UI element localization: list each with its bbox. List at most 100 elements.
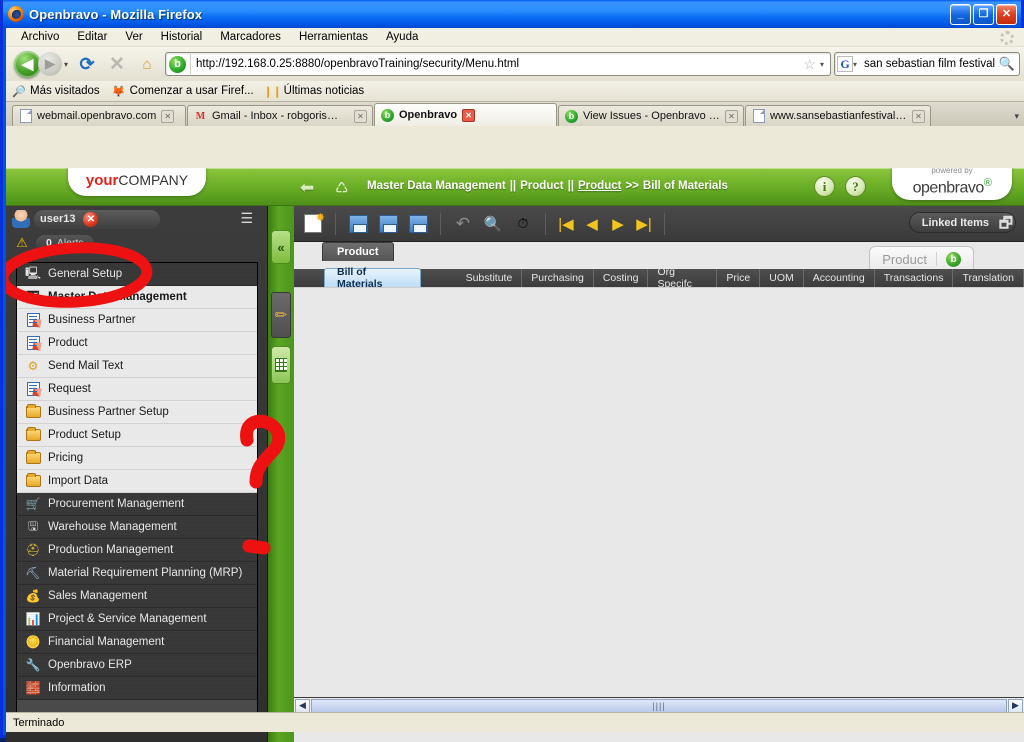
close-icon[interactable]: ✕ [161, 109, 175, 123]
alerts-pill[interactable]: 0 Alerts [36, 234, 94, 252]
maximize-button[interactable]: ❐ [973, 3, 994, 25]
next-record-button[interactable]: ▶ [607, 214, 629, 233]
close-icon[interactable]: ✕ [354, 109, 367, 123]
menu-herramientas[interactable]: Herramientas [290, 29, 377, 45]
logout-icon[interactable]: ✕ [83, 211, 99, 227]
google-icon[interactable]: G [837, 56, 853, 72]
sidebar-item-project-service-management[interactable]: 📊 Project & Service Management [17, 608, 257, 631]
save-and-close-button[interactable] [375, 211, 401, 237]
browser-tab-sansebastian[interactable]: www.sansebastianfestival.c... ✕ [745, 105, 931, 126]
close-button[interactable]: ✕ [996, 3, 1017, 25]
new-record-button[interactable] [300, 211, 326, 237]
close-icon[interactable]: ✕ [462, 108, 476, 122]
tab-bill-of-materials[interactable]: Bill of Materials [324, 266, 421, 290]
home-button[interactable]: ⌂ [132, 49, 162, 79]
undo-button[interactable]: ↶ [450, 211, 476, 237]
bookmark-star-icon[interactable]: ☆ [803, 56, 816, 73]
breadcrumb-module[interactable]: Master Data Management [367, 180, 506, 192]
sidebar-item-openbravo-erp[interactable]: 🔧 Openbravo ERP [17, 654, 257, 677]
scroll-track[interactable]: |||| [311, 698, 1007, 713]
tab-purchasing[interactable]: Purchasing [522, 269, 594, 287]
tab-list-dropdown-icon[interactable]: ▾ [1014, 111, 1019, 122]
sidebar-item-production-management[interactable]: ⛑ Production Management [17, 539, 257, 562]
sidebar-item-information[interactable]: 🧱 Information [17, 677, 257, 700]
bookmark-ultimas-noticias[interactable]: ❙❙ Últimas noticias [263, 84, 364, 98]
sidebar-item-send-mail-text[interactable]: ⚙ Send Mail Text [17, 355, 257, 378]
breadcrumb-window[interactable]: Product [578, 180, 621, 192]
info-icon[interactable]: i [814, 176, 835, 197]
alerts-row[interactable]: ⚠ 0 Alerts [6, 232, 267, 254]
sidebar-item-general-setup[interactable]: 🖳 General Setup [17, 263, 257, 286]
stop-button[interactable]: ✕ [102, 49, 132, 79]
browser-tab-openbravo[interactable]: b Openbravo ✕ [374, 103, 557, 126]
menu-marcadores[interactable]: Marcadores [211, 29, 290, 45]
menu-ayuda[interactable]: Ayuda [377, 29, 427, 45]
sidebar-item-business-partner-setup[interactable]: Business Partner Setup [17, 401, 257, 424]
browser-tab-view-issues[interactable]: b View Issues - Openbravo Iss... ✕ [558, 105, 744, 126]
menu-archivo[interactable]: Archivo [12, 29, 68, 45]
bookmark-comenzar-firefox[interactable]: 🦊 Comenzar a usar Firef... [112, 84, 254, 98]
sidebar-item-business-partner[interactable]: Business Partner [17, 309, 257, 332]
sidebar-item-import-data[interactable]: Import Data [17, 470, 257, 493]
menu-editar[interactable]: Editar [68, 29, 116, 45]
scroll-thumb[interactable]: |||| [311, 698, 1007, 713]
collapse-sidebar-button[interactable]: « [271, 230, 291, 264]
breadcrumb-menu[interactable]: Product [520, 180, 563, 192]
help-icon[interactable]: ? [845, 176, 866, 197]
first-record-button[interactable]: |◀ [555, 214, 577, 233]
sidebar-item-pricing[interactable]: Pricing [17, 447, 257, 470]
url-text[interactable]: http://192.168.0.25:8880/openbravoTraini… [196, 58, 799, 70]
audit-history-button[interactable]: ⏱ [510, 211, 536, 237]
forward-button[interactable]: ▶ [38, 52, 62, 76]
minimize-button[interactable]: _ [950, 3, 971, 25]
save-and-new-button[interactable] [345, 211, 371, 237]
url-bar[interactable]: b http://192.168.0.25:8880/openbravoTrai… [165, 52, 831, 76]
search-records-button[interactable]: 🔍 [480, 211, 506, 237]
sidebar-item-financial-management[interactable]: 🪙 Financial Management [17, 631, 257, 654]
tab-translation[interactable]: Translation [953, 269, 1024, 287]
sidebar-item-sales-management[interactable]: 💰 Sales Management [17, 585, 257, 608]
preferences-icon[interactable]: ☰ [240, 210, 253, 227]
close-icon[interactable]: ✕ [912, 109, 925, 123]
search-input[interactable]: san sebastian film festival 200 [864, 58, 999, 70]
tab-price[interactable]: Price [717, 269, 761, 287]
tab-uom[interactable]: UOM [760, 269, 804, 287]
menu-ver[interactable]: Ver [116, 29, 151, 45]
search-engine-dropdown-icon[interactable]: ▾ [853, 60, 857, 69]
last-record-button[interactable]: ▶| [633, 214, 655, 233]
scroll-left-button[interactable]: ◀ [295, 698, 310, 713]
previous-record-button[interactable]: ◀ [581, 214, 603, 233]
app-back-arrow-icon[interactable]: ⬅ [300, 178, 314, 198]
bookmark-mas-visitados[interactable]: 🔎 Más visitados [12, 84, 100, 98]
url-dropdown-icon[interactable]: ▾ [820, 60, 824, 69]
linked-items-button[interactable]: Linked Items 🗗 [908, 212, 1016, 233]
nav-history-dropdown-icon[interactable]: ▾ [64, 60, 68, 69]
sidebar-item-request[interactable]: Request [17, 378, 257, 401]
sidebar-item-product[interactable]: Product [17, 332, 257, 355]
reload-button[interactable]: ⟳ [72, 49, 102, 79]
window-tab-product[interactable]: Product b [869, 246, 974, 271]
grid-icon[interactable] [271, 346, 291, 384]
app-refresh-icon[interactable]: ♺ [335, 179, 348, 197]
tab-transactions[interactable]: Transactions [875, 269, 954, 287]
close-icon[interactable]: ✕ [725, 109, 738, 123]
sidebar-item-procurement-management[interactable]: 🛒 Procurement Management [17, 493, 257, 516]
sidebar-item-mrp[interactable]: ⛏ Material Requirement Planning (MRP) [17, 562, 257, 585]
sidebar-item-product-setup[interactable]: Product Setup [17, 424, 257, 447]
tab-costing[interactable]: Costing [594, 269, 649, 287]
horizontal-scrollbar[interactable]: ◀ |||| ▶ [294, 697, 1024, 713]
tab-substitute[interactable]: Substitute [457, 269, 523, 287]
scroll-right-button[interactable]: ▶ [1008, 698, 1023, 713]
tab-accounting[interactable]: Accounting [804, 269, 875, 287]
search-bar[interactable]: G ▾ san sebastian film festival 200 🔍 [834, 52, 1020, 76]
browser-tab-gmail[interactable]: M Gmail - Inbox - robgoris@gm... ✕ [187, 105, 373, 126]
tab-org-specifc[interactable]: Org Specifc [648, 266, 718, 290]
pencil-icon[interactable]: ✏ [271, 292, 291, 338]
menu-historial[interactable]: Historial [152, 29, 212, 45]
parent-tab-product[interactable]: Product [322, 242, 394, 261]
search-icon[interactable]: 🔍 [999, 56, 1015, 72]
back-button[interactable]: ◀ [14, 50, 41, 78]
sidebar-item-warehouse-management[interactable]: 🖫 Warehouse Management [17, 516, 257, 539]
save-button[interactable] [405, 211, 431, 237]
browser-tab-webmail[interactable]: webmail.openbravo.com ✕ [12, 105, 186, 126]
